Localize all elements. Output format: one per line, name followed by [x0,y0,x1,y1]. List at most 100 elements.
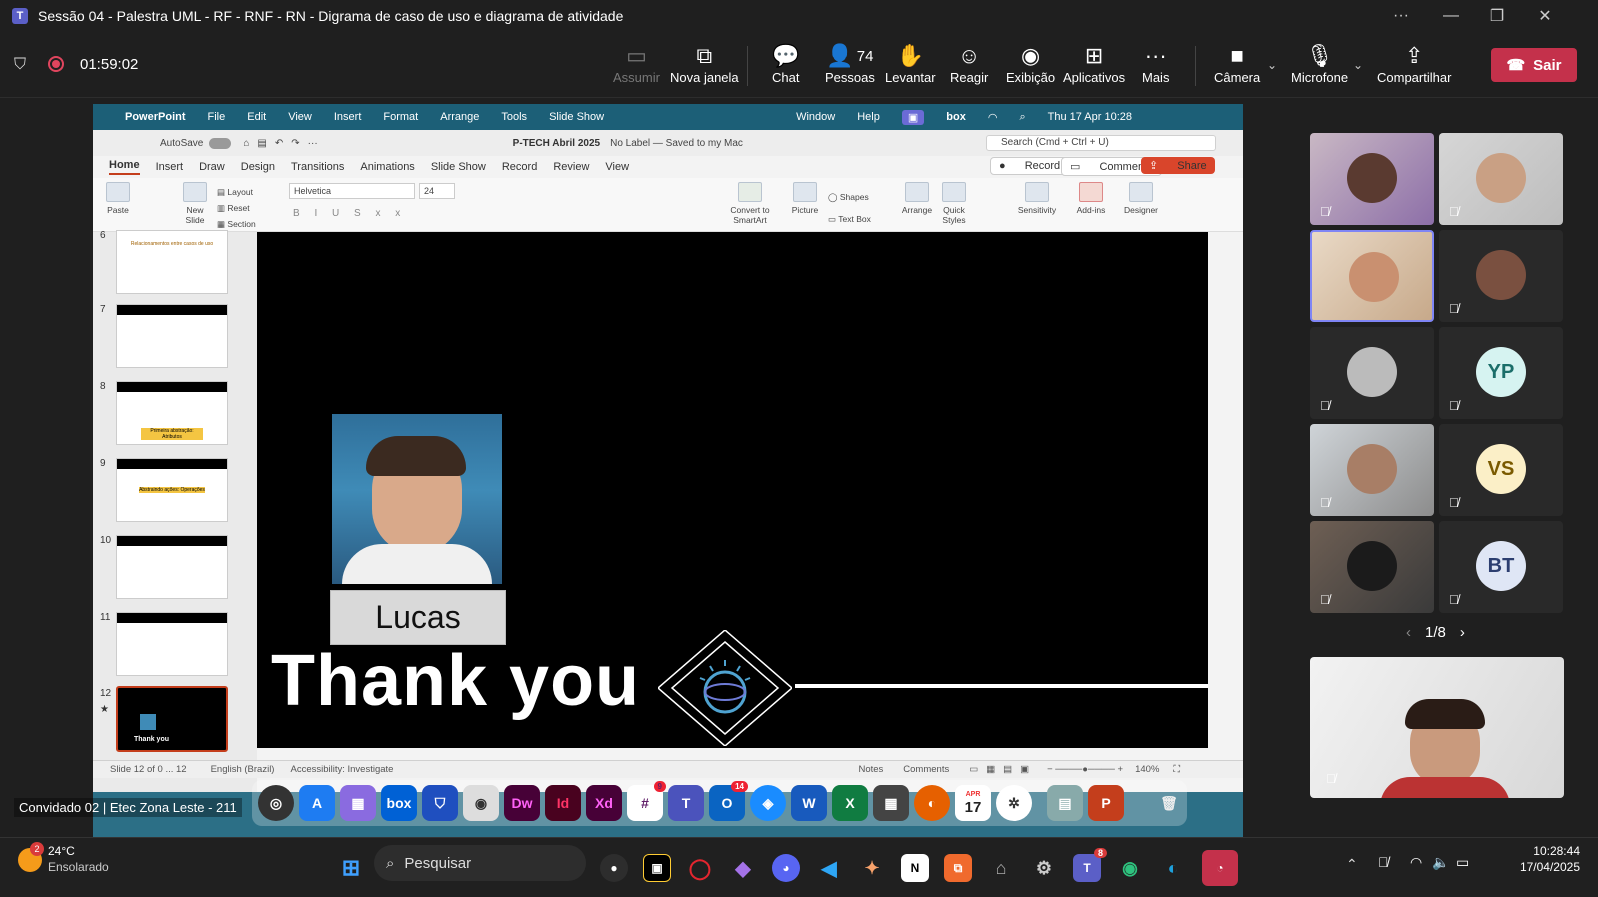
levantar-button[interactable]: ✋ Levantar [885,42,936,85]
slide-thumb-11[interactable] [116,612,228,676]
reset-button[interactable]: ▥ Reset [217,200,256,216]
tab-home[interactable]: Home [109,159,140,175]
tab-design[interactable]: Design [241,161,275,173]
restore-button[interactable]: ❐ [1474,0,1520,32]
recording-app-icon[interactable]: ◔ [1202,850,1238,886]
participant-tile-speaking[interactable] [1310,230,1434,322]
text-box-button[interactable]: ▭ Text Box [828,208,871,230]
accessibility-status[interactable]: Accessibility: Investigate [290,764,393,775]
more-qat-icon[interactable]: ··· [308,138,318,149]
vscode-icon[interactable]: ◀ [815,854,843,882]
powerpoint-dock-icon[interactable]: P [1088,785,1124,821]
reagir-button[interactable]: ☺ Reagir [950,42,988,85]
assumir-button[interactable]: ▭ Assumir [613,42,660,85]
tab-view[interactable]: View [605,161,629,173]
designer-button[interactable]: Designer [1121,182,1161,215]
teams-taskbar-icon[interactable]: T8 [1073,848,1107,882]
launchpad-icon[interactable]: ▦ [340,785,376,821]
leave-button[interactable]: ☎ Sair [1491,48,1577,82]
picture-button[interactable]: Picture [787,182,823,215]
github-icon[interactable]: ● [600,854,628,882]
language-status[interactable]: English (Brazil) [211,764,275,775]
save-icon[interactable]: ▤ [257,138,266,149]
view-mode-icons[interactable]: ▭▦▤▣ [969,764,1037,775]
windows-start-icon[interactable]: ⊞ [337,854,365,882]
menu-slideshow[interactable]: Slide Show [549,111,604,123]
menu-file[interactable]: File [208,111,226,123]
participant-tile[interactable]: 🎙̸ [1310,133,1434,225]
slide-thumb-10[interactable] [116,535,228,599]
dock-app-icon[interactable]: ◎ [258,785,294,821]
mic-muted-tray-icon[interactable]: 🎙̸ [1378,854,1389,870]
paste-button[interactable]: Paste [103,182,133,215]
chrome-icon[interactable]: ◉ [1116,854,1144,882]
safari-icon[interactable]: ◈ [750,785,786,821]
participant-tile[interactable]: 🎙̸ [1310,521,1434,613]
record-button[interactable]: ● Record [990,157,1070,175]
tab-animations[interactable]: Animations [360,161,414,173]
battery-icon[interactable]: ▭ [1456,854,1469,871]
notion-icon[interactable]: N [901,854,929,882]
chevron-up-icon[interactable]: ⌃ [1346,856,1358,873]
pessoas-button[interactable]: 👤 74 Pessoas [825,42,875,85]
mic-options-chevron-icon[interactable]: ⌄ [1353,58,1363,72]
participant-tile[interactable]: YP 🎙̸ [1439,327,1563,419]
label-status[interactable]: No Label — Saved to my Mac [610,138,743,149]
box-icon[interactable]: box [381,785,417,821]
ppt-search-input[interactable]: Search (Cmd + Ctrl + U) [986,135,1216,151]
camera-options-chevron-icon[interactable]: ⌄ [1267,58,1277,72]
compartilhar-button[interactable]: ⇪ Compartilhar [1377,42,1451,85]
aplicativos-button[interactable]: ⊞ Aplicativos [1063,42,1125,85]
discord-icon[interactable]: ◕ [772,854,800,882]
outlook-icon[interactable]: O 14 [709,781,748,821]
quick-styles-button[interactable]: Quick Styles [939,182,969,225]
participant-tile[interactable]: 🎙̸ [1310,424,1434,516]
edge-icon[interactable]: ◐ [1159,854,1187,882]
clock-time[interactable]: 10:28:44 [1502,844,1580,858]
participant-tile[interactable]: BT 🎙̸ [1439,521,1563,613]
tab-record[interactable]: Record [502,161,537,173]
layout-button[interactable]: ▤ Layout [217,184,256,200]
indesign-icon[interactable]: Id [545,785,581,821]
menu-help[interactable]: Help [857,111,880,123]
prev-page-icon[interactable]: ‹ [1406,624,1411,641]
close-button[interactable]: ✕ [1522,0,1568,32]
slide-thumb-7[interactable] [116,304,228,368]
calendar-icon[interactable]: APR 17 [955,785,991,821]
tab-slideshow[interactable]: Slide Show [431,161,486,173]
new-slide-button[interactable]: New Slide [180,182,210,225]
add-ins-button[interactable]: Add-ins [1073,182,1109,215]
defender-icon[interactable]: ⛉ [422,785,458,821]
taskbar-search[interactable]: ⌕ Pesquisar [374,845,586,881]
word-icon[interactable]: W [791,785,827,821]
openai-icon[interactable]: ✲ [996,785,1032,821]
shapes-button[interactable]: ◯ Shapes [828,186,871,208]
settings-icon[interactable]: ⚙ [1030,854,1058,882]
dreamweaver-icon[interactable]: Dw [504,785,540,821]
participant-tile[interactable]: 🎙̸ [1439,230,1563,322]
menu-arrange[interactable]: Arrange [440,111,479,123]
home-icon[interactable]: ⌂ [243,138,249,149]
participant-tile[interactable]: VS 🎙̸ [1439,424,1563,516]
preview-icon[interactable]: ▤ [1047,785,1083,821]
microfone-button[interactable]: 🎙 Microfone [1291,42,1348,85]
calculator-icon[interactable]: ▦ [873,785,909,821]
status-comments-button[interactable]: Comments [903,764,949,775]
tab-draw[interactable]: Draw [199,161,225,173]
share-button[interactable]: ⇪ Share [1141,157,1215,174]
trash-icon[interactable]: 🗑 [1151,785,1187,821]
gamepad-icon[interactable]: ⌂ [987,854,1015,882]
convert-smartart-button[interactable]: Convert to SmartArt [725,182,775,225]
chat-button[interactable]: 💬 Chat [772,42,799,85]
tab-transitions[interactable]: Transitions [291,161,344,173]
slide-thumb-9[interactable]: Abstraindo ações: Operações [116,458,228,522]
minimize-button[interactable]: — [1428,0,1474,32]
participant-tile[interactable]: 🎙̸ [1310,327,1434,419]
slack-icon[interactable]: #9 [627,781,666,821]
xd-icon[interactable]: Xd [586,785,622,821]
font-family-select[interactable]: Helvetica [289,183,415,199]
menu-format[interactable]: Format [383,111,418,123]
camera-button[interactable]: ■ Câmera [1214,42,1260,85]
text-format-icons[interactable]: B I U S x x [293,208,406,219]
menu-view[interactable]: View [288,111,312,123]
